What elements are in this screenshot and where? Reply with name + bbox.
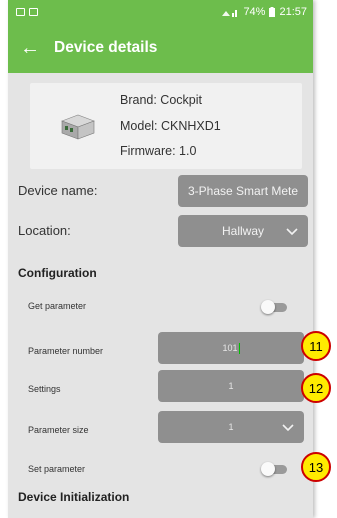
back-arrow-icon[interactable]: ← — [20, 37, 54, 60]
get-parameter-label: Get parameter — [28, 301, 87, 311]
set-parameter-label: Set parameter — [28, 464, 86, 474]
battery-icon — [269, 6, 276, 17]
location-label: Location: — [18, 223, 71, 238]
set-parameter-toggle[interactable] — [261, 462, 289, 476]
notification-icon — [16, 7, 25, 16]
battery-percent: 74% — [243, 5, 266, 18]
parameter-size-label: Parameter size — [28, 425, 89, 435]
configuration-heading: Configuration — [18, 266, 97, 280]
location-value: Hallway — [221, 224, 264, 238]
device-firmware: Firmware: 1.0 — [120, 144, 197, 158]
clock: 21:57 — [279, 5, 307, 18]
device-info-card: Brand: Cockpit Model: CKNHXD1 Firmware: … — [30, 83, 302, 169]
text-cursor — [238, 342, 240, 354]
settings-label: Settings — [28, 384, 61, 394]
parameter-size-select[interactable]: 1 — [158, 411, 304, 443]
device-name-label: Device name: — [18, 183, 98, 198]
device-image — [61, 114, 95, 140]
parameter-number-value: 101 — [222, 343, 238, 353]
device-initialization-heading: Device Initialization — [18, 490, 130, 504]
callout-badge: 13 — [301, 452, 331, 482]
page-title: Device details — [54, 39, 158, 56]
settings-input[interactable]: 1 — [158, 370, 304, 402]
device-brand: Brand: Cockpit — [120, 93, 202, 107]
parameter-size-value: 1 — [228, 422, 234, 432]
chevron-down-icon — [286, 228, 298, 236]
settings-value: 1 — [228, 381, 234, 391]
device-model: Model: CKNHXD1 — [120, 119, 221, 133]
signal-icon — [222, 9, 238, 17]
get-parameter-toggle[interactable] — [261, 300, 289, 314]
parameter-number-input[interactable]: 101 — [158, 332, 304, 364]
device-name-input[interactable]: 3-Phase Smart Mete — [178, 175, 308, 207]
phone-screen: 74% 21:57 ← Device details Brand: Cockpi… — [8, 0, 313, 518]
app-bar: ← Device details — [8, 23, 313, 73]
callout-badge: 12 — [301, 373, 331, 403]
callout-badge: 11 — [301, 331, 331, 361]
location-select[interactable]: Hallway — [178, 215, 308, 247]
parameter-number-label: Parameter number — [28, 346, 104, 356]
notification-icon — [29, 7, 38, 16]
status-bar: 74% 21:57 — [8, 0, 313, 23]
chevron-down-icon — [282, 424, 294, 432]
